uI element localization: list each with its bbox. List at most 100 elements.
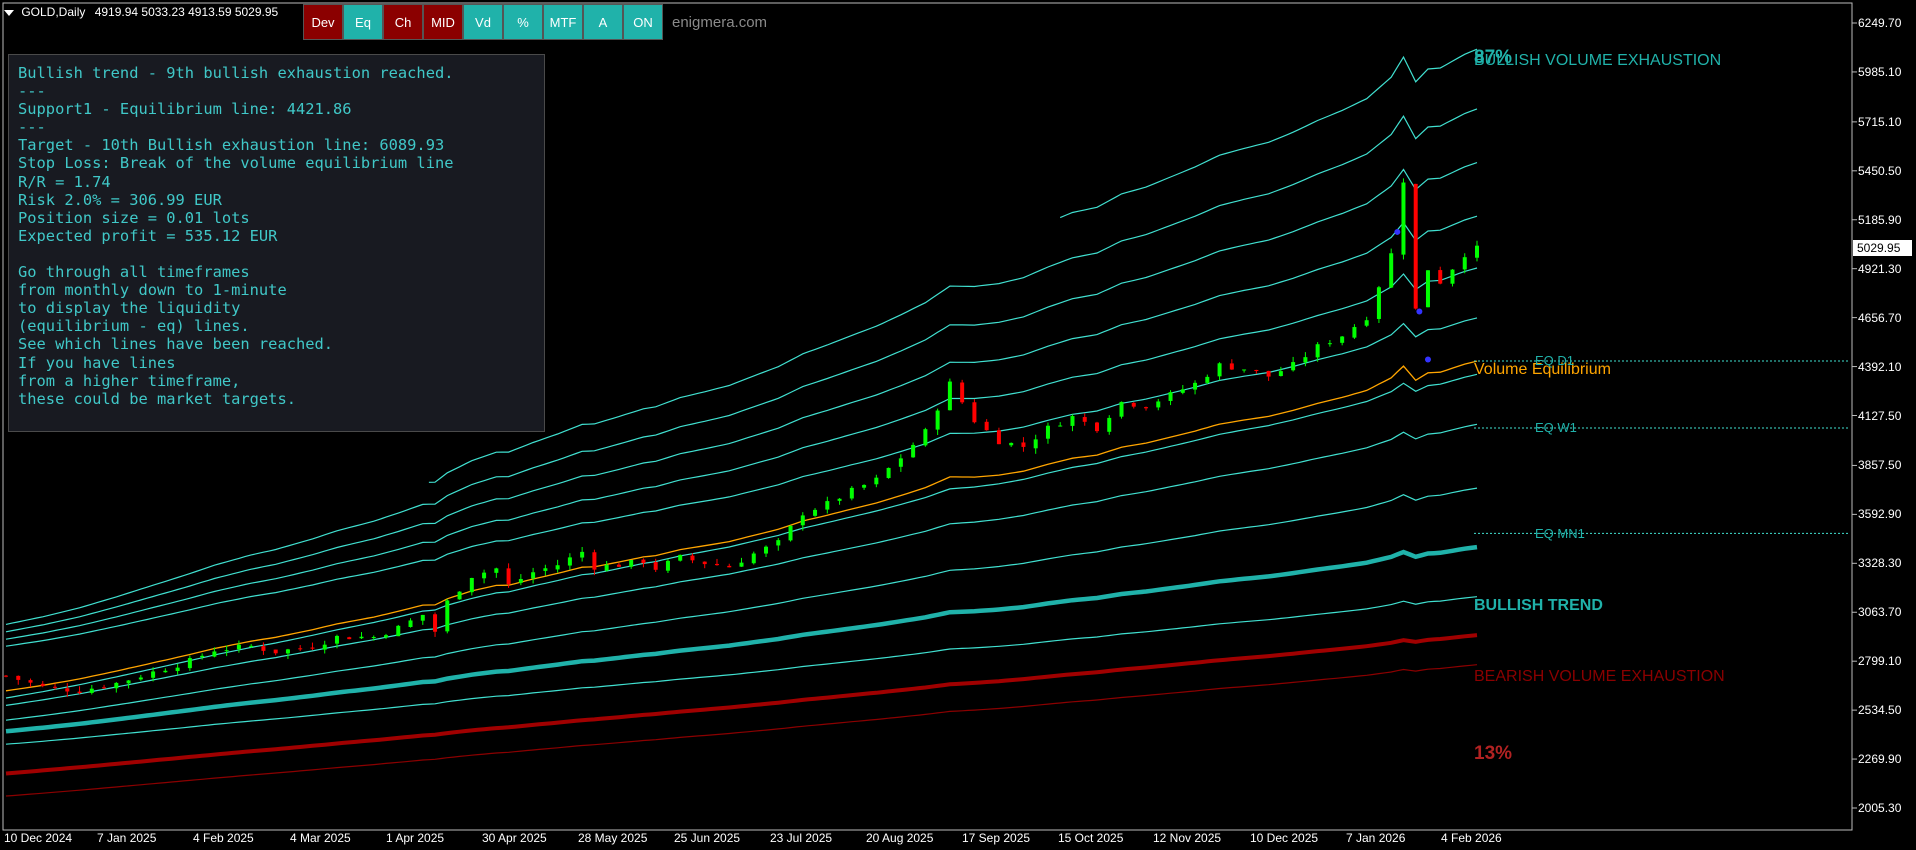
time-tick-label: 7 Jan 2025 (97, 831, 157, 845)
candle-body (1009, 442, 1014, 446)
candle-body (714, 563, 719, 566)
candle-body (163, 670, 168, 673)
info-line: Risk 2.0% = 306.99 EUR (18, 190, 222, 209)
candle-body (935, 410, 940, 430)
info-line: Position size = 0.01 lots (18, 208, 250, 227)
candle-body (1082, 417, 1087, 422)
time-tick-label: 23 Jul 2025 (770, 831, 833, 845)
candle-body (187, 658, 192, 669)
price-tick-label: 2005.30 (1858, 801, 1902, 815)
candle-body (898, 458, 903, 467)
candle-body (1229, 363, 1234, 370)
candle-body (433, 614, 438, 632)
candle-body (151, 671, 156, 678)
candle-body (1107, 417, 1112, 432)
candle-body (16, 675, 21, 680)
vd-button[interactable]: Vd (463, 4, 503, 40)
time-tick-label: 4 Feb 2026 (1441, 831, 1502, 845)
trade-info-panel: Bullish trend - 9th bullish exhaustion r… (8, 54, 545, 432)
info-line: Bullish trend - 9th bullish exhaustion r… (18, 64, 454, 82)
dev-button[interactable]: Dev (303, 4, 343, 40)
on-button[interactable]: ON (623, 4, 663, 40)
info-line: from monthly down to 1-minute (18, 281, 287, 300)
a-button[interactable]: A (583, 4, 623, 40)
eq-button[interactable]: Eq (343, 4, 383, 40)
candle-body (727, 565, 732, 568)
time-tick-label: 10 Dec 2024 (4, 831, 73, 845)
info-line: Go through all timeframes (18, 263, 250, 282)
time-tick-label: 10 Dec 2025 (1250, 831, 1319, 845)
time-tick-label: 28 May 2025 (578, 831, 648, 845)
eq-mn1-label: EQ MN1 (1535, 526, 1585, 541)
candle-body (334, 635, 339, 644)
candle-body (960, 382, 965, 403)
signal-dot (1394, 228, 1401, 235)
info-line: If you have lines (18, 353, 176, 372)
ch-button[interactable]: Ch (383, 4, 423, 40)
mid-button[interactable]: MID (423, 4, 463, 40)
candle-body (1352, 327, 1357, 338)
candle-body (138, 677, 143, 680)
candle-body (77, 691, 82, 694)
candle-body (1144, 407, 1149, 409)
symbol-header: GOLD,Daily 4919.94 5033.23 4913.59 5029.… (4, 5, 278, 19)
candle-body (212, 651, 217, 657)
candle-body (825, 501, 830, 510)
candle-body (1266, 370, 1271, 377)
candle-body (175, 667, 180, 672)
info-line (18, 245, 535, 263)
candle-body (1180, 389, 1185, 393)
candle-body (102, 687, 107, 689)
dropdown-triangle-icon[interactable] (4, 9, 14, 16)
candle-body (445, 600, 450, 632)
candle-body (1425, 270, 1430, 308)
candle-body (1021, 442, 1026, 447)
time-tick-label: 15 Oct 2025 (1058, 831, 1124, 845)
markers-layer (1394, 228, 1431, 363)
candle-body (1401, 182, 1406, 255)
time-tick-label: 4 Mar 2025 (290, 831, 351, 845)
candle-body (641, 559, 646, 564)
candle-body (567, 557, 572, 566)
candle-body (616, 564, 621, 567)
candle-body (298, 648, 303, 650)
price-tick-label: 5450.50 (1858, 163, 1902, 178)
candle-body (1094, 422, 1099, 432)
candle-body (629, 560, 634, 567)
candle-body (776, 540, 781, 546)
eq-w1-label: EQ W1 (1535, 420, 1577, 435)
candle-body (273, 649, 278, 654)
price-tick-label: 5985.10 (1858, 64, 1902, 79)
candle-body (1070, 416, 1075, 426)
candle-body (1389, 253, 1394, 288)
time-tick-label: 12 Nov 2025 (1153, 831, 1222, 845)
candle-body (1303, 357, 1308, 363)
band-line-bearish (5, 664, 1478, 797)
candle-body (886, 467, 891, 478)
candle-body (555, 565, 560, 570)
bullish-exhaustion-label: BULLISH VOLUME EXHAUSTION (1474, 52, 1722, 69)
candle-body (702, 561, 707, 565)
percent-button[interactable]: % (503, 4, 543, 40)
time-tick-label: 7 Jan 2026 (1346, 831, 1406, 845)
price-tick-label: 4921.30 (1858, 261, 1902, 276)
candle-body (518, 578, 523, 583)
info-line: Expected profit = 535.12 EUR (18, 226, 278, 245)
candle-body (1462, 257, 1467, 270)
candle-body (788, 525, 793, 541)
price-tick-label: 2799.10 (1858, 654, 1902, 669)
candle-body (494, 568, 499, 573)
candle-body (53, 686, 58, 688)
candle-body (1438, 270, 1443, 284)
candle-body (874, 477, 879, 485)
candle-body (911, 444, 916, 458)
time-tick-label: 20 Aug 2025 (866, 831, 934, 845)
time-tick-label: 30 Apr 2025 (482, 831, 547, 845)
candle-body (604, 564, 609, 571)
candle-body (408, 620, 413, 627)
time-tick-label: 4 Feb 2025 (193, 831, 254, 845)
candle-body (678, 554, 683, 561)
band-line-upper (428, 108, 1478, 483)
price-tick-label: 3063.70 (1858, 605, 1902, 620)
mtf-button[interactable]: MTF (543, 4, 583, 40)
